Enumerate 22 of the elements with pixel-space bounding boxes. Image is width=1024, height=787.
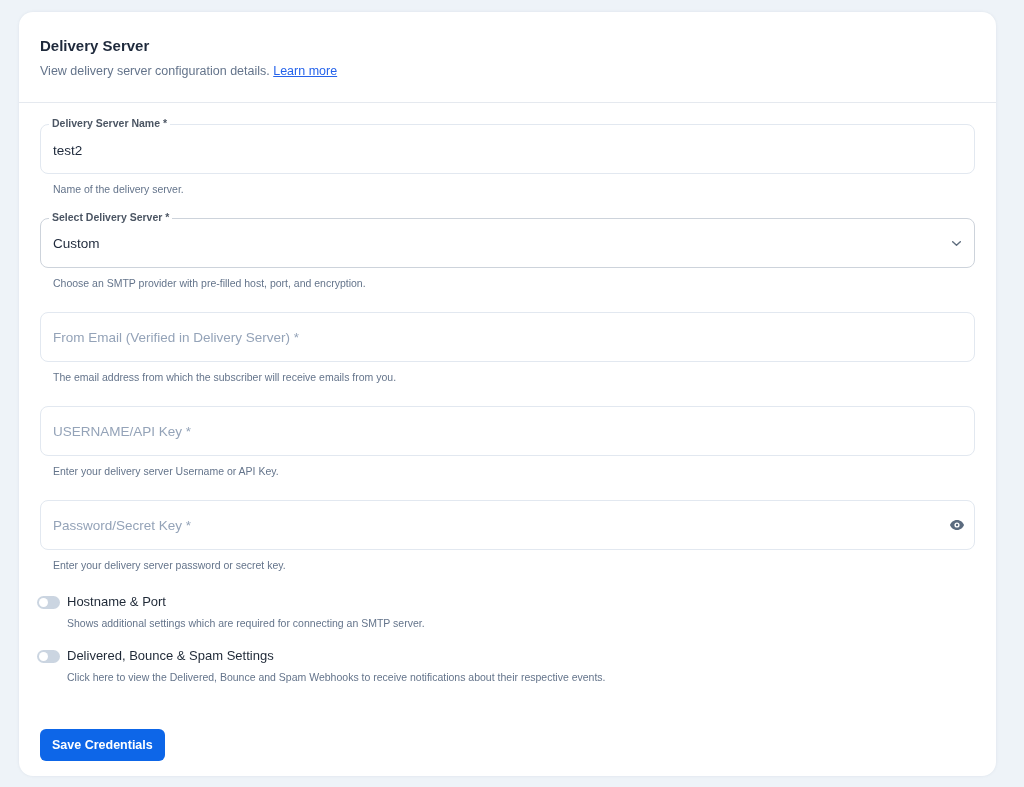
toggle-switch[interactable] — [37, 649, 60, 663]
helper-text: The email address from which the subscriber will receive emails from you. — [53, 370, 398, 384]
field-label: Delivery Server Name * — [49, 117, 170, 130]
section-title: Delivery Server — [40, 36, 151, 56]
toggle-description: Shows additional settings which are required for connecting an SMTP server. — [67, 616, 426, 630]
eye-icon[interactable] — [950, 520, 964, 530]
toggle-label: Delivered, Bounce & Spam Settings — [67, 648, 274, 664]
helper-text: Name of the delivery server. — [53, 182, 185, 196]
save-credentials-button[interactable]: Save Credentials — [40, 729, 165, 761]
toggle-description: Click here to view the Delivered, Bounce and Spam Webhooks to receive notifications about their respective events. — [67, 670, 607, 684]
password-field[interactable]: Password/Secret Key * — [40, 500, 975, 550]
helper-text: Enter your delivery server password or secret key. — [53, 558, 287, 572]
chevron-down-icon — [952, 240, 961, 246]
section-description: View delivery server configuration details. Learn more — [40, 63, 339, 80]
helper-text: Enter your delivery server Username or API Key. — [53, 464, 280, 478]
helper-text: Choose an SMTP provider with pre-filled host, port, and encryption. — [53, 276, 367, 290]
text-input-field[interactable]: USERNAME/API Key * — [40, 406, 975, 456]
learn-more-link[interactable]: Learn more — [273, 64, 338, 78]
text-input-field[interactable]: From Email (Verified in Delivery Server) * — [40, 312, 975, 362]
toggle-switch[interactable] — [37, 595, 60, 609]
field-label: Select Delivery Server * — [49, 211, 173, 224]
toggle-label: Hostname & Port — [67, 594, 166, 610]
